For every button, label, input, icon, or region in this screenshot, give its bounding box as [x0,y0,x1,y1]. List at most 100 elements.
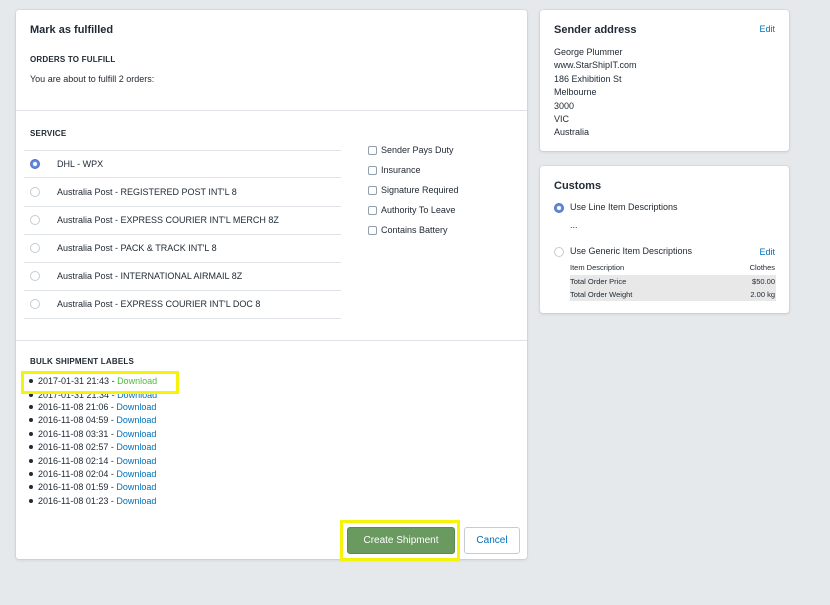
fulfill-card: Mark as fulfilled ORDERS TO FULFILL You … [16,10,527,561]
sender-title: Sender address [554,24,637,36]
option-label: Use Line Item Descriptions [570,202,678,212]
address-line: 3000 [554,101,575,111]
checkbox-label: Authority To Leave [381,205,456,215]
bullet-icon [29,444,33,449]
sender-edit-link[interactable]: Edit [759,24,775,34]
service-label: Australia Post - EXPRESS COURIER INT'L M… [57,215,279,225]
row-key: Total Order Weight [570,290,633,299]
checkbox-icon[interactable] [368,206,377,215]
radio-icon[interactable] [554,247,564,257]
checkbox-label: Sender Pays Duty [381,145,454,155]
bulk-label-item: 2016-11-08 01:59 - Download [29,482,156,494]
bullet-icon [29,471,33,476]
label-date: 2016-11-08 21:06 [38,402,109,412]
address-line: George Plummer [554,47,623,57]
label-date: 2016-11-08 01:59 [38,482,109,492]
checkbox-icon[interactable] [368,166,377,175]
service-option-express-courier-merch[interactable]: Australia Post - EXPRESS COURIER INT'L M… [24,207,341,235]
bulk-label-item: 2016-11-08 02:04 - Download [29,469,156,481]
service-heading: SERVICE [30,129,67,138]
service-option-dhl-wpx[interactable]: DHL - WPX [24,150,341,178]
radio-icon[interactable] [30,187,40,197]
sender-address-card: Sender address Edit George Plummer www.S… [540,10,789,151]
service-label: Australia Post - REGISTERED POST INT'L 8 [57,187,237,197]
row-value: 2.00 kg [750,290,775,299]
download-link[interactable]: Download [116,415,156,425]
service-label: Australia Post - PACK & TRACK INT'L 8 [57,243,217,253]
service-label: DHL - WPX [57,159,104,169]
bullet-icon [29,404,33,409]
download-link[interactable]: Download [116,469,156,479]
divider [16,110,527,111]
orders-heading: ORDERS TO FULFILL [30,55,116,64]
customs-row: Total Order Weight 2.00 kg [570,288,776,301]
bullet-icon [29,498,33,503]
download-link[interactable]: Download [116,496,156,506]
service-label: Australia Post - EXPRESS COURIER INT'L D… [57,299,261,309]
label-date: 2016-11-08 01:23 [38,496,109,506]
customs-row: Item Description Clothes [570,261,776,274]
checkbox-label: Contains Battery [381,225,448,235]
service-option-registered-post[interactable]: Australia Post - REGISTERED POST INT'L 8 [24,179,341,207]
customs-option-generic[interactable]: Use Generic Item Descriptions [554,246,714,258]
checkbox-icon[interactable] [368,226,377,235]
checkbox-icon[interactable] [368,186,377,195]
checkbox-icon[interactable] [368,146,377,155]
service-label: Australia Post - INTERNATIONAL AIRMAIL 8… [57,271,243,281]
customs-card: Customs Use Line Item Descriptions ... U… [540,166,789,313]
highlight-box [21,371,179,394]
label-date: 2016-11-08 02:57 [38,442,109,452]
checkbox-label: Insurance [381,165,421,175]
customs-edit-link[interactable]: Edit [759,247,775,257]
label-date: 2016-11-08 02:14 [38,456,109,466]
bulk-labels-heading: BULK SHIPMENT LABELS [30,357,134,366]
bulk-label-item: 2016-11-08 04:59 - Download [29,415,156,427]
bulk-label-item: 2016-11-08 03:31 - Download [29,429,156,441]
card-title: Mark as fulfilled [30,24,114,36]
download-link[interactable]: Download [116,482,156,492]
service-option-airmail[interactable]: Australia Post - INTERNATIONAL AIRMAIL 8… [24,263,341,291]
customs-title: Customs [554,180,602,192]
cancel-button[interactable]: Cancel [464,527,520,554]
download-link[interactable]: Download [116,442,156,452]
address-line: VIC [554,114,570,124]
bulk-label-item: 2016-11-08 02:14 - Download [29,456,156,468]
service-option-pack-track[interactable]: Australia Post - PACK & TRACK INT'L 8 [24,235,341,263]
divider [16,340,527,341]
row-value: $50.00 [752,277,775,286]
bullet-icon [29,458,33,463]
bullet-icon [29,484,33,489]
service-option-express-courier-doc[interactable]: Australia Post - EXPRESS COURIER INT'L D… [24,291,341,319]
download-link[interactable]: Download [116,456,156,466]
bullet-icon [29,417,33,422]
row-value: Clothes [749,263,775,272]
radio-icon[interactable] [30,299,40,309]
customs-option-line-items[interactable]: Use Line Item Descriptions [554,202,774,214]
bulk-label-item: 2016-11-08 01:23 - Download [29,496,156,508]
row-key: Total Order Price [570,277,627,286]
address-line: Australia [554,127,590,137]
address-line: www.StarShipIT.com [554,60,637,70]
radio-icon[interactable] [30,271,40,281]
download-link[interactable]: Download [116,402,156,412]
download-link[interactable]: Download [116,429,156,439]
option-label: Use Generic Item Descriptions [570,246,693,256]
customs-row: Total Order Price $50.00 [570,275,776,288]
bulk-label-item: 2016-11-08 21:06 - Download [29,402,156,414]
address-line: Melbourne [554,87,597,97]
radio-checked-icon[interactable] [554,203,564,213]
address-line: 186 Exhibition St [554,74,622,84]
radio-icon[interactable] [30,215,40,225]
radio-icon[interactable] [30,243,40,253]
create-shipment-button[interactable]: Create Shipment [347,527,455,554]
label-date: 2016-11-08 02:04 [38,469,109,479]
bulk-label-item: 2016-11-08 02:57 - Download [29,442,156,454]
label-date: 2016-11-08 03:31 [38,429,109,439]
row-key: Item Description [570,263,625,272]
orders-text: You are about to fulfill 2 orders: [30,74,155,84]
checkbox-label: Signature Required [381,185,459,195]
ellipsis-text: ... [570,220,578,230]
label-date: 2016-11-08 04:59 [38,415,109,425]
radio-checked-icon[interactable] [30,159,40,169]
bullet-icon [29,431,33,436]
